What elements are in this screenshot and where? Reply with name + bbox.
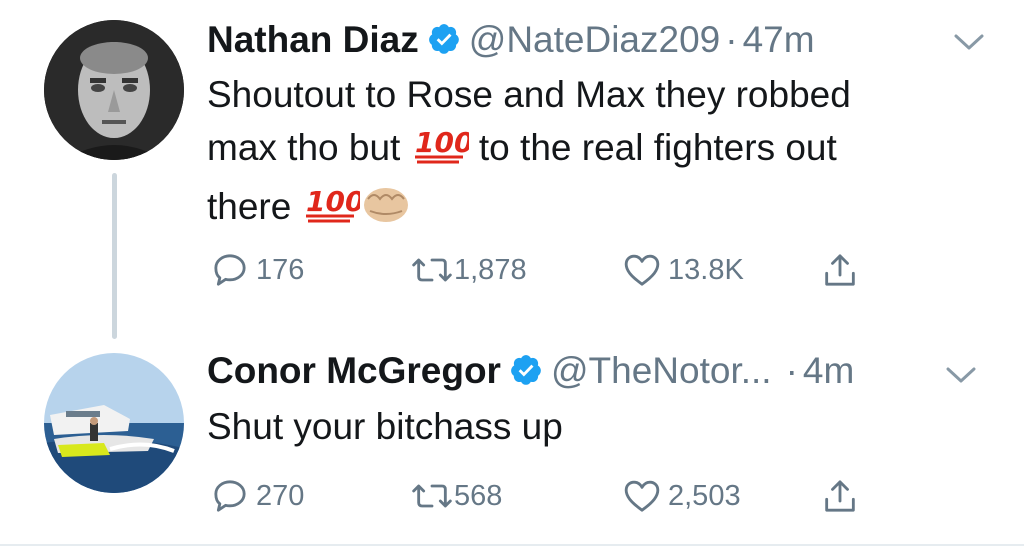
tweet-actions: 270 568 2,503 xyxy=(210,476,870,516)
tweet-text-line: there 100 xyxy=(207,180,967,239)
like-button[interactable]: 2,503 xyxy=(622,476,741,516)
share-button[interactable] xyxy=(820,250,860,290)
avatar-image xyxy=(44,20,184,160)
reply-icon xyxy=(214,480,246,512)
reply-button[interactable]: 270 xyxy=(210,476,304,516)
share-icon xyxy=(825,480,855,512)
separator-dot: · xyxy=(785,350,798,391)
handle[interactable]: @TheNotor... xyxy=(551,350,772,391)
verified-badge-icon xyxy=(509,353,543,397)
hundred-points-emoji: 100 xyxy=(411,122,473,180)
like-count: 2,503 xyxy=(668,479,741,512)
reply-icon xyxy=(214,254,246,286)
separator-dot: · xyxy=(725,19,738,60)
verified-badge-icon xyxy=(427,22,461,66)
tweet-conor-mcgregor[interactable]: Conor McGregor @TheNotor... · 4m Shut your … xyxy=(0,345,1024,545)
avatar[interactable] xyxy=(44,353,184,493)
handle[interactable]: @NateDiaz209 xyxy=(469,19,720,60)
share-icon xyxy=(825,254,855,286)
svg-text:100: 100 xyxy=(306,185,360,218)
tweet-text: Shut your bitchass up xyxy=(207,400,967,453)
retweet-button[interactable]: 1,878 xyxy=(410,250,527,290)
timestamp[interactable]: 47m xyxy=(743,19,815,60)
tweet-text-line: Shut your bitchass up xyxy=(207,406,563,447)
avatar[interactable] xyxy=(44,20,184,160)
like-count: 13.8K xyxy=(668,253,744,286)
hundred-points-emoji: 100 xyxy=(302,181,364,239)
avatar-image xyxy=(44,353,184,493)
timestamp[interactable]: 4m xyxy=(803,350,854,391)
fist-emoji xyxy=(360,181,412,239)
retweet-button[interactable]: 568 xyxy=(410,476,502,516)
chevron-down-icon[interactable] xyxy=(952,30,986,59)
display-name[interactable]: Nathan Diaz xyxy=(207,19,419,60)
retweet-icon xyxy=(412,258,452,282)
chevron-down-icon[interactable] xyxy=(944,363,978,392)
retweet-count: 1,878 xyxy=(454,253,527,286)
reply-count: 176 xyxy=(256,253,305,286)
tweet-header: Conor McGregor @TheNotor... · 4m xyxy=(207,349,854,397)
reply-count: 270 xyxy=(256,479,305,512)
heart-icon xyxy=(624,254,660,286)
share-button[interactable] xyxy=(820,476,860,516)
tweet-text-line: max tho but 100 to the real fighters out xyxy=(207,121,967,180)
tweet-text: Shoutout to Rose and Max they robbed max… xyxy=(207,68,967,239)
thread-connector xyxy=(112,173,117,339)
tweet-text-line: Shoutout to Rose and Max they robbed xyxy=(207,74,851,115)
reply-button[interactable]: 176 xyxy=(210,250,304,290)
tweet-actions: 176 1,878 13.8K xyxy=(210,250,870,290)
like-button[interactable]: 13.8K xyxy=(622,250,744,290)
heart-icon xyxy=(624,480,660,512)
tweet-nathan-diaz[interactable]: Nathan Diaz @NateDiaz209 · 47m Shoutout to … xyxy=(0,0,1024,345)
retweet-icon xyxy=(412,484,452,508)
divider xyxy=(0,544,1024,546)
svg-text:100: 100 xyxy=(415,126,469,159)
display-name[interactable]: Conor McGregor xyxy=(207,350,501,391)
retweet-count: 568 xyxy=(454,479,503,512)
tweet-header: Nathan Diaz @NateDiaz209 · 47m xyxy=(207,18,815,66)
